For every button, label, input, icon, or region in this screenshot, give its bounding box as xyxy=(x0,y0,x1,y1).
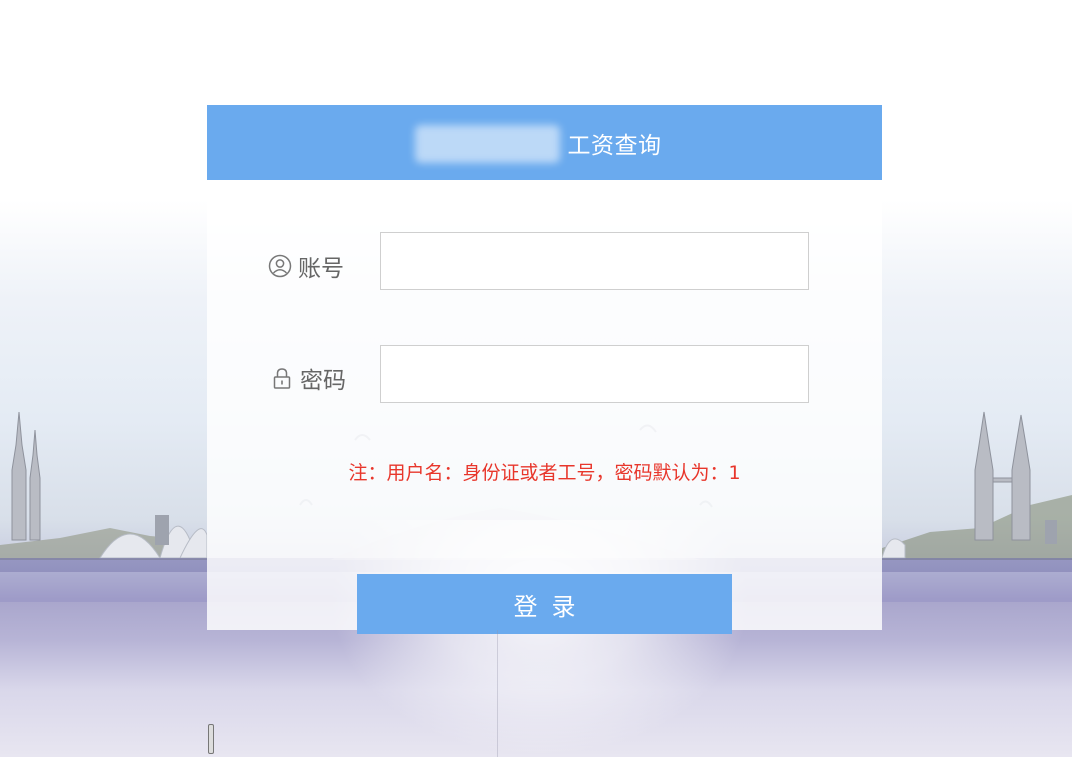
password-input[interactable] xyxy=(380,345,809,403)
account-label: 账号 xyxy=(268,249,344,283)
login-button[interactable]: 登录 xyxy=(357,574,732,634)
page-title-text: 工资查询 xyxy=(567,132,662,159)
background-divider xyxy=(497,630,498,757)
lock-icon xyxy=(273,368,291,389)
password-label: 密码 xyxy=(270,361,346,395)
login-note: 注：用户名：身份证或者工号，密码默认为：1 xyxy=(348,462,741,484)
password-label-text: 密码 xyxy=(300,368,346,394)
user-circle-icon xyxy=(268,254,292,278)
title-redaction-blur xyxy=(415,125,560,163)
account-label-text: 账号 xyxy=(298,256,344,282)
account-input[interactable] xyxy=(380,232,809,290)
login-page: 工资查询 账号 密码 注：用户名：身份证或者工号，密码默认为：1 登录 xyxy=(0,0,1072,757)
scroll-handle[interactable] xyxy=(208,724,214,754)
